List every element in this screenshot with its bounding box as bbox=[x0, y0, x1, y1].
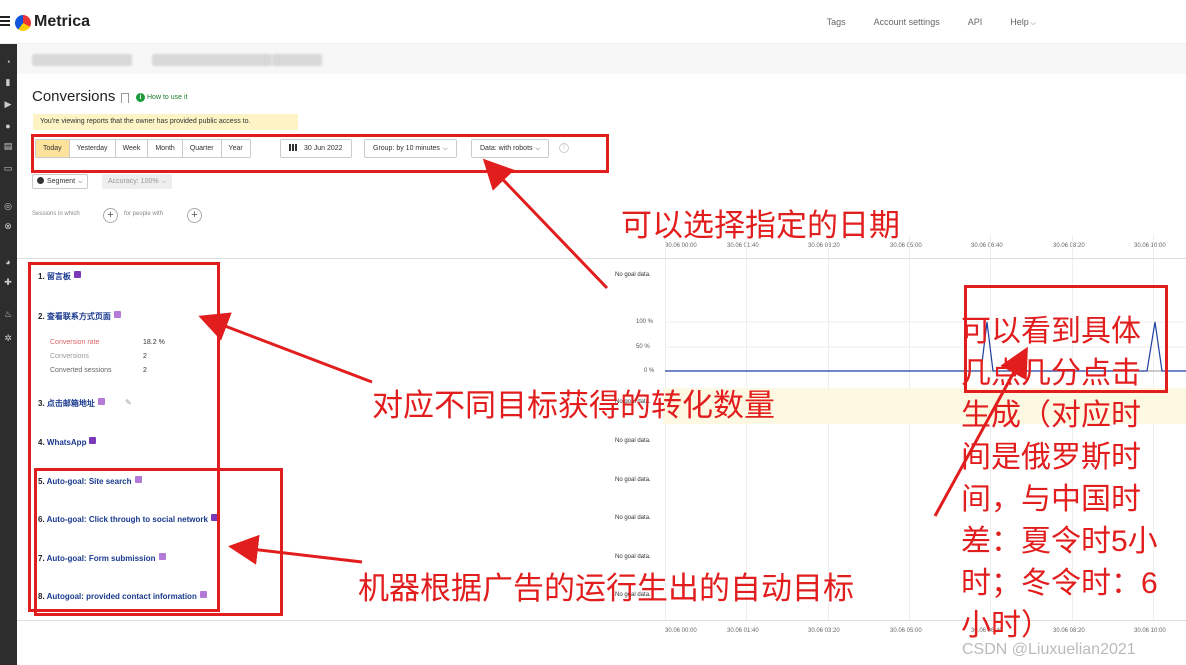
bookmark-icon[interactable] bbox=[121, 93, 129, 103]
maps-icon[interactable]: ▤ bbox=[3, 142, 13, 151]
annotation-date: 可以选择指定的日期 bbox=[621, 208, 900, 243]
top-nav: Tags Account settings API Help bbox=[799, 17, 1036, 28]
conversions-icon[interactable]: ⊗ bbox=[3, 222, 13, 231]
annotation-auto: 机器根据广告的运行生出的自动目标 bbox=[358, 571, 854, 606]
axis-tick: 30.06 06:40 bbox=[971, 243, 1003, 249]
chart-y-tick: 50 % bbox=[636, 344, 650, 350]
segment-label: Segment bbox=[47, 178, 76, 185]
nav-account-settings[interactable]: Account settings bbox=[874, 17, 940, 28]
segments-icon[interactable]: ◕ bbox=[3, 258, 13, 267]
goal-status: No goal data. bbox=[615, 272, 651, 278]
top-header: Metrica Tags Account settings API Help bbox=[0, 0, 1186, 44]
forms-icon[interactable]: ▭ bbox=[3, 164, 13, 173]
axis-tick: 30.06 10:00 bbox=[1134, 243, 1166, 249]
goal-status: No goal data. bbox=[615, 515, 651, 521]
axis-tick: 30.06 01:40 bbox=[727, 628, 759, 634]
goal-status: No goal data. bbox=[615, 554, 651, 560]
accuracy-label: Accuracy: 100% bbox=[108, 178, 159, 185]
divider bbox=[17, 258, 1186, 259]
blurred-counter-name bbox=[32, 54, 132, 66]
info-icon[interactable]: i bbox=[136, 93, 145, 102]
audience-icon[interactable]: ● bbox=[3, 122, 13, 131]
segment-icon bbox=[37, 177, 44, 184]
counter-name-band bbox=[17, 44, 1186, 74]
chart-y-tick: 100 % bbox=[636, 319, 654, 325]
reports-icon[interactable]: ▮ bbox=[3, 78, 13, 87]
add-people-condition-button[interactable]: + bbox=[187, 208, 202, 223]
axis-tick: 30.06 00:00 bbox=[665, 628, 697, 634]
grid-line bbox=[909, 235, 910, 621]
blurred-counter-id bbox=[272, 54, 322, 66]
axis-tick: 30.06 05:00 bbox=[890, 628, 922, 634]
settings-icon[interactable]: ✲ bbox=[3, 334, 13, 343]
metrica-logo-icon[interactable] bbox=[15, 15, 31, 31]
chart-y-tick: 0 % bbox=[644, 368, 655, 374]
for-people-with-label: for people with bbox=[124, 211, 164, 217]
app-name[interactable]: Metrica bbox=[34, 13, 90, 31]
menu-icon[interactable] bbox=[0, 16, 10, 26]
annotation-time: 可以看到具体 几点几分点击 生成（对应时 间是俄罗斯时 间，与中国时 差：夏令时… bbox=[961, 315, 1158, 642]
dashboard-icon[interactable]: ◔ bbox=[3, 58, 13, 67]
monitoring-icon[interactable]: ◎ bbox=[3, 202, 13, 211]
integrations-icon[interactable]: ✚ bbox=[3, 278, 13, 287]
sources-icon[interactable]: ♨ bbox=[3, 310, 13, 319]
left-sidebar: ◔ ▮ ▶ ● ▤ ▭ ◎ ⊗ ◕ ✚ ♨ ✲ bbox=[0, 44, 17, 665]
watermark: CSDN @Liuxuelian2021 bbox=[962, 641, 1136, 658]
public-access-notice: You're viewing reports that the owner ha… bbox=[33, 114, 298, 130]
blurred-counter-url bbox=[152, 54, 272, 66]
page-title: Conversions bbox=[32, 88, 116, 105]
arrow-to-toolbar bbox=[482, 158, 609, 290]
nav-tags[interactable]: Tags bbox=[827, 17, 846, 28]
add-session-condition-button[interactable]: + bbox=[103, 208, 118, 223]
nav-help[interactable]: Help bbox=[1010, 17, 1036, 28]
nav-api[interactable]: API bbox=[968, 17, 983, 28]
annotation-counts: 对应不同目标获得的转化数量 bbox=[372, 388, 775, 423]
webvisor-icon[interactable]: ▶ bbox=[3, 100, 13, 109]
accuracy-select[interactable]: Accuracy: 100% bbox=[102, 174, 173, 189]
annotation-box-autogoals bbox=[34, 468, 283, 616]
arrow-to-goals bbox=[198, 312, 373, 384]
goal-status: No goal data. bbox=[615, 438, 651, 444]
sessions-in-which-label: Sessions in which bbox=[32, 211, 80, 217]
segment-button[interactable]: Segment bbox=[32, 174, 88, 189]
axis-tick: 30.06 03:20 bbox=[808, 628, 840, 634]
axis-tick: 30.06 08:20 bbox=[1053, 243, 1085, 249]
annotation-box-toolbar bbox=[31, 134, 609, 173]
how-to-link[interactable]: How to use it bbox=[147, 94, 187, 101]
goal-status: No goal data. bbox=[615, 477, 651, 483]
